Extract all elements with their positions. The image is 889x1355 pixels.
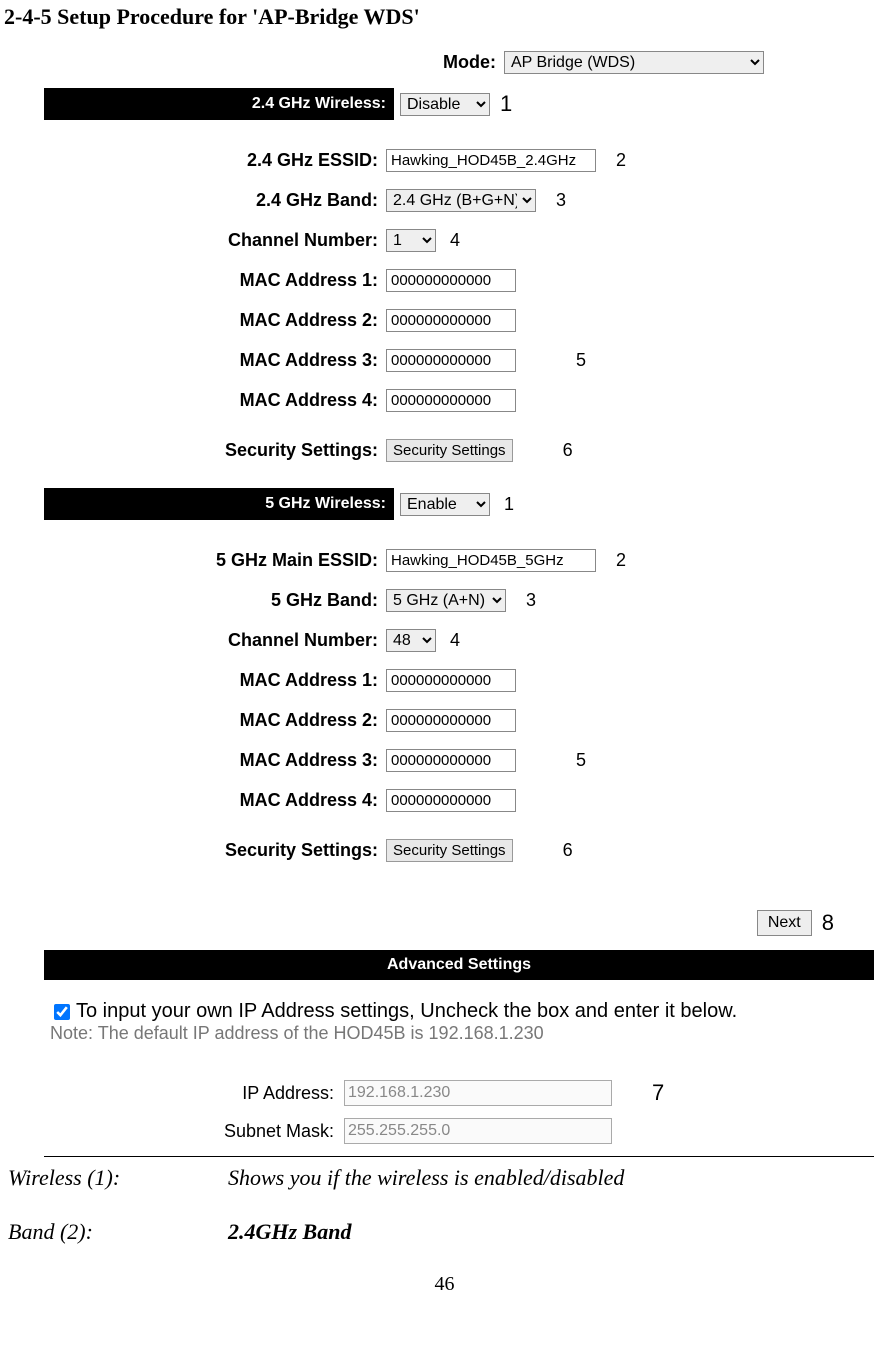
band24-mac3-label: MAC Address 3: — [44, 350, 386, 371]
band5-mac2-input[interactable] — [386, 709, 516, 732]
band24-mac2-input[interactable] — [386, 309, 516, 332]
band24-essid-input[interactable] — [386, 149, 596, 172]
annotation-2: 2 — [616, 150, 626, 171]
annotation-8: 8 — [822, 910, 834, 936]
band5-band-select[interactable]: 5 GHz (A+N) — [386, 589, 506, 612]
ip-address-input[interactable] — [344, 1080, 612, 1106]
band24-band-select[interactable]: 2.4 GHz (B+G+N) — [386, 189, 536, 212]
annotation-3b: 3 — [526, 590, 536, 611]
band5-essid-label: 5 GHz Main ESSID: — [44, 550, 386, 571]
annotation-5b: 5 — [576, 750, 586, 771]
band24-mac4-input[interactable] — [386, 389, 516, 412]
band24-header: 2.4 GHz Wireless: — [44, 88, 394, 120]
page-number: 46 — [4, 1273, 885, 1296]
band24-mac1-input[interactable] — [386, 269, 516, 292]
band5-mac1-input[interactable] — [386, 669, 516, 692]
annotation-6b: 6 — [563, 840, 573, 861]
band5-essid-input[interactable] — [386, 549, 596, 572]
band24-enable-select[interactable]: Disable — [400, 93, 490, 116]
advanced-settings-header: Advanced Settings — [44, 950, 874, 980]
band24-mac1-label: MAC Address 1: — [44, 270, 386, 291]
band24-security-label: Security Settings: — [44, 440, 386, 461]
band24-mac3-input[interactable] — [386, 349, 516, 372]
band5-mac3-input[interactable] — [386, 749, 516, 772]
next-button[interactable]: Next — [757, 910, 812, 936]
band5-security-button[interactable]: Security Settings — [386, 839, 513, 862]
subnet-mask-label: Subnet Mask: — [44, 1121, 344, 1142]
band5-enable-select[interactable]: Enable — [400, 493, 490, 516]
annotation-4: 4 — [450, 230, 460, 251]
mode-select[interactable]: AP Bridge (WDS) — [504, 51, 764, 74]
band5-channel-select[interactable]: 48 — [386, 629, 436, 652]
annotation-5: 5 — [576, 350, 586, 371]
def-wireless-desc: Shows you if the wireless is enabled/dis… — [228, 1165, 624, 1191]
annotation-1b: 1 — [504, 494, 514, 515]
band24-mac2-label: MAC Address 2: — [44, 310, 386, 331]
annotation-6: 6 — [563, 440, 573, 461]
band24-essid-label: 2.4 GHz ESSID: — [44, 150, 386, 171]
subnet-mask-input[interactable] — [344, 1118, 612, 1144]
band24-band-label: 2.4 GHz Band: — [44, 190, 386, 211]
band24-mac4-label: MAC Address 4: — [44, 390, 386, 411]
annotation-2b: 2 — [616, 550, 626, 571]
band24-channel-select[interactable]: 1 — [386, 229, 436, 252]
ip-address-label: IP Address: — [44, 1083, 344, 1104]
annotation-3: 3 — [556, 190, 566, 211]
band5-mac3-label: MAC Address 3: — [44, 750, 386, 771]
annotation-7: 7 — [652, 1080, 664, 1106]
section-heading: 2-4-5 Setup Procedure for 'AP-Bridge WDS… — [4, 4, 885, 30]
band5-mac2-label: MAC Address 2: — [44, 710, 386, 731]
ip-settings-checkbox[interactable] — [54, 1004, 70, 1020]
config-screenshot: Mode: AP Bridge (WDS) 2.4 GHz Wireless: … — [44, 42, 874, 1157]
band5-band-label: 5 GHz Band: — [44, 590, 386, 611]
band5-header: 5 GHz Wireless: — [44, 488, 394, 520]
annotation-4b: 4 — [450, 630, 460, 651]
mode-label: Mode: — [154, 52, 504, 73]
band5-channel-label: Channel Number: — [44, 630, 386, 651]
ip-settings-text: To input your own IP Address settings, U… — [76, 1000, 737, 1023]
band5-mac4-label: MAC Address 4: — [44, 790, 386, 811]
def-band-term: Band (2): — [8, 1219, 228, 1245]
band5-security-label: Security Settings: — [44, 840, 386, 861]
band24-security-button[interactable]: Security Settings — [386, 439, 513, 462]
ip-settings-note: Note: The default IP address of the HOD4… — [44, 1023, 874, 1044]
def-band-desc: 2.4GHz Band — [228, 1219, 351, 1245]
band24-channel-label: Channel Number: — [44, 230, 386, 251]
band5-mac4-input[interactable] — [386, 789, 516, 812]
def-wireless-term: Wireless (1): — [8, 1165, 228, 1191]
band5-mac1-label: MAC Address 1: — [44, 670, 386, 691]
annotation-1: 1 — [500, 91, 512, 117]
